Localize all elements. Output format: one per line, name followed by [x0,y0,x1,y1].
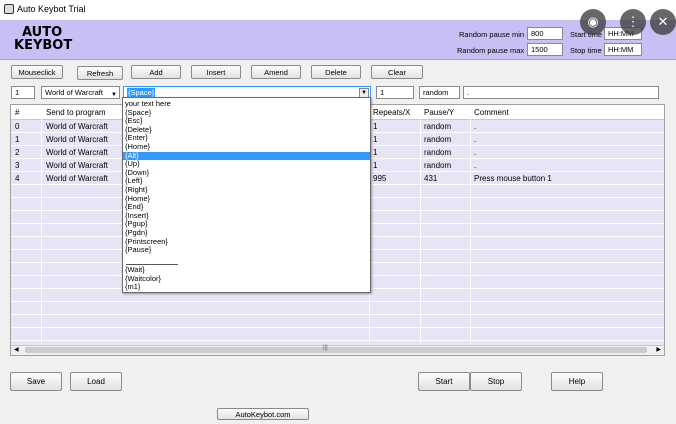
repeats-input[interactable]: 1 [376,86,414,99]
logo-line-2: KEYBOT [14,38,73,53]
dropdown-item[interactable]: {Waitcolor} [123,274,370,284]
table-row-comment[interactable]: Press mouse button 1 [474,174,552,183]
scroll-thumb[interactable] [25,347,647,353]
key-dropdown-list[interactable]: your text here {Space} {Esc} {Delete} {E… [122,97,371,293]
table-row-pause[interactable]: 431 [424,174,437,183]
table-row-comment[interactable]: . [474,135,476,144]
col-header-pause: Pause/Y [424,108,455,117]
table-row-pause[interactable]: random [424,122,451,131]
table-row-num[interactable]: 4 [15,174,19,183]
dropdown-item[interactable]: {Insert} [123,211,370,221]
dropdown-item[interactable]: {Home} [123,194,370,204]
dropdown-item[interactable]: {Enter} [123,134,370,143]
stop-button[interactable]: Stop [470,372,522,391]
app-icon [4,4,14,14]
dropdown-item[interactable]: {Right} [123,185,370,195]
table-row-program[interactable]: World of Warcraft [46,148,108,157]
dropdown-item[interactable]: {m1} [123,283,370,292]
pause-input[interactable]: random [419,86,460,99]
dropdown-item[interactable]: {Esc} [123,117,370,126]
lens-icon[interactable]: ◉ [580,9,606,35]
row-divider [11,340,664,341]
dropdown-item[interactable]: {Pause} [123,246,370,255]
dropdown-item-selected[interactable]: {Alt} [123,151,370,161]
dropdown-item[interactable]: your text here [123,99,370,109]
col-header-comment: Comment [474,108,509,117]
scroll-grip: ||| [323,345,328,351]
table-row-repeats[interactable]: 995 [373,174,386,183]
table-row-program[interactable]: World of Warcraft [46,174,108,183]
clear-button[interactable]: Clear [371,65,423,79]
table-row-repeats[interactable]: 1 [373,135,377,144]
row-divider [11,314,664,315]
row-divider [11,327,664,328]
dropdown-item[interactable]: {Up} [123,160,370,169]
pause-min-label: Random pause min [459,30,525,39]
amend-button[interactable]: Amend [251,65,301,79]
comment-input[interactable]: . [463,86,659,99]
pause-max-label: Random pause max [457,46,525,55]
dropdown-item[interactable]: {Left} [123,177,370,186]
dropdown-item[interactable]: {Pgup} [123,220,370,229]
pause-min-input[interactable]: 800 [527,27,563,40]
col-header-num: # [15,108,20,117]
table-row-num[interactable]: 0 [15,122,19,131]
pause-max-input[interactable]: 1500 [527,43,563,56]
table-row-repeats[interactable]: 1 [373,122,377,131]
start-button[interactable]: Start [418,372,470,391]
col-header-program: Send to program [46,108,106,117]
table-row-program[interactable]: World of Warcraft [46,135,108,144]
app-logo: AUTO KEYBOT [14,26,72,52]
window-title: Auto Keybot Trial [17,4,86,14]
table-row-num[interactable]: 1 [15,135,19,144]
more-options-icon[interactable]: ⋮ [620,9,646,35]
col-header-repeats: Repeats/X [373,108,411,117]
table-row-comment[interactable]: . [474,148,476,157]
dropdown-item[interactable]: {Home} [123,142,370,152]
help-button[interactable]: Help [551,372,603,391]
table-row-comment[interactable]: . [474,122,476,131]
dropdown-item[interactable]: {Printscreen} [123,237,370,247]
refresh-button[interactable]: Refresh [77,66,123,80]
stop-time-label: Stop time [570,46,602,55]
add-button[interactable]: Add [131,65,181,79]
mouseclick-button[interactable]: Mouseclick [11,65,63,79]
title-bar [0,0,676,20]
table-row-num[interactable]: 2 [15,148,19,157]
chevron-down-icon: ▼ [111,92,117,98]
save-button[interactable]: Save [10,372,62,391]
table-row-pause[interactable]: random [424,135,451,144]
scroll-left-icon[interactable]: ◀ [14,346,19,353]
insert-button[interactable]: Insert [191,65,241,79]
table-row-repeats[interactable]: 1 [373,161,377,170]
website-link[interactable]: AutoKeybot.com [217,408,309,420]
table-row-program[interactable]: World of Warcraft [46,161,108,170]
scroll-right-icon[interactable]: ▶ [656,346,661,353]
dropdown-item[interactable]: {Down} [123,168,370,178]
index-input[interactable]: 1 [11,86,35,99]
horizontal-scrollbar[interactable]: ◀ ||| ▶ [11,345,664,355]
row-divider [11,301,664,302]
table-row-program[interactable]: World of Warcraft [46,122,108,131]
stop-time-input[interactable]: HH:MM [604,43,642,56]
table-row-comment[interactable]: . [474,161,476,170]
table-row-pause[interactable]: random [424,148,451,157]
dropdown-item[interactable]: {Space} [123,108,370,118]
table-row-pause[interactable]: random [424,161,451,170]
table-row-repeats[interactable]: 1 [373,148,377,157]
load-button[interactable]: Load [70,372,122,391]
dropdown-item[interactable]: {Delete} [123,125,370,135]
program-select-value: World of Warcraft [45,88,103,97]
close-icon[interactable]: ✕ [650,9,676,35]
dropdown-item[interactable]: {End} [123,203,370,212]
key-select-value: {Space} [127,88,156,97]
table-row-num[interactable]: 3 [15,161,19,170]
program-select[interactable]: World of Warcraft ▼ [41,86,120,99]
delete-button[interactable]: Delete [311,65,361,79]
